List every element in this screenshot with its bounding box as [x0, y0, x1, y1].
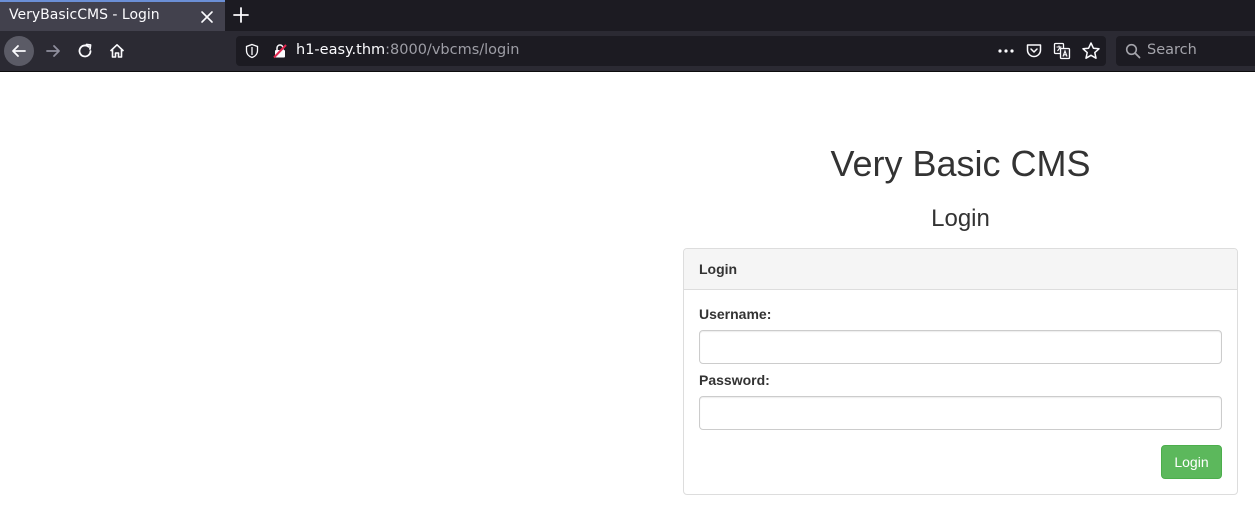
password-label: Password:: [699, 372, 770, 388]
insecure-lock-icon[interactable]: [272, 43, 288, 59]
search-bar[interactable]: Search: [1116, 36, 1255, 66]
home-button[interactable]: [102, 36, 132, 66]
nav-toolbar: h1-easy.thm:8000/vbcms/login Search: [0, 31, 1255, 72]
reload-button[interactable]: [70, 36, 100, 66]
login-button[interactable]: Login: [1161, 445, 1222, 479]
reload-icon: [78, 43, 92, 58]
plus-icon[interactable]: [230, 4, 252, 26]
back-button[interactable]: [4, 36, 34, 66]
translate-icon[interactable]: [1053, 42, 1071, 60]
page-title: Very Basic CMS: [830, 143, 1091, 184]
bookmark-star-icon[interactable]: [1081, 41, 1101, 61]
tab-title: VeryBasicCMS - Login: [9, 7, 160, 23]
username-label: Username:: [699, 306, 772, 322]
url-path: :8000/vbcms/login: [385, 42, 520, 58]
forward-arrow-icon: [46, 45, 60, 57]
more-icon[interactable]: [996, 42, 1016, 60]
pocket-icon[interactable]: [1025, 42, 1043, 60]
back-arrow-icon: [12, 45, 26, 57]
panel-heading: Login: [684, 249, 1237, 290]
panel-heading-text: Login: [699, 261, 738, 277]
login-panel: Login Username: Password: Login: [683, 248, 1238, 495]
search-placeholder: Search: [1147, 42, 1197, 58]
tab-strip: VeryBasicCMS - Login: [0, 0, 1255, 31]
forward-button[interactable]: [38, 36, 68, 66]
page-subtitle: Login: [931, 205, 990, 232]
tab-active[interactable]: VeryBasicCMS - Login: [0, 0, 225, 31]
url-text[interactable]: h1-easy.thm:8000/vbcms/login: [296, 42, 519, 58]
search-icon: [1125, 43, 1141, 59]
close-icon[interactable]: [198, 8, 216, 26]
home-icon: [109, 44, 125, 58]
shield-icon[interactable]: [244, 43, 260, 59]
url-host: h1-easy.thm: [296, 42, 386, 58]
password-input[interactable]: [699, 396, 1222, 430]
address-bar[interactable]: h1-easy.thm:8000/vbcms/login: [236, 36, 1106, 66]
username-input[interactable]: [699, 330, 1222, 364]
